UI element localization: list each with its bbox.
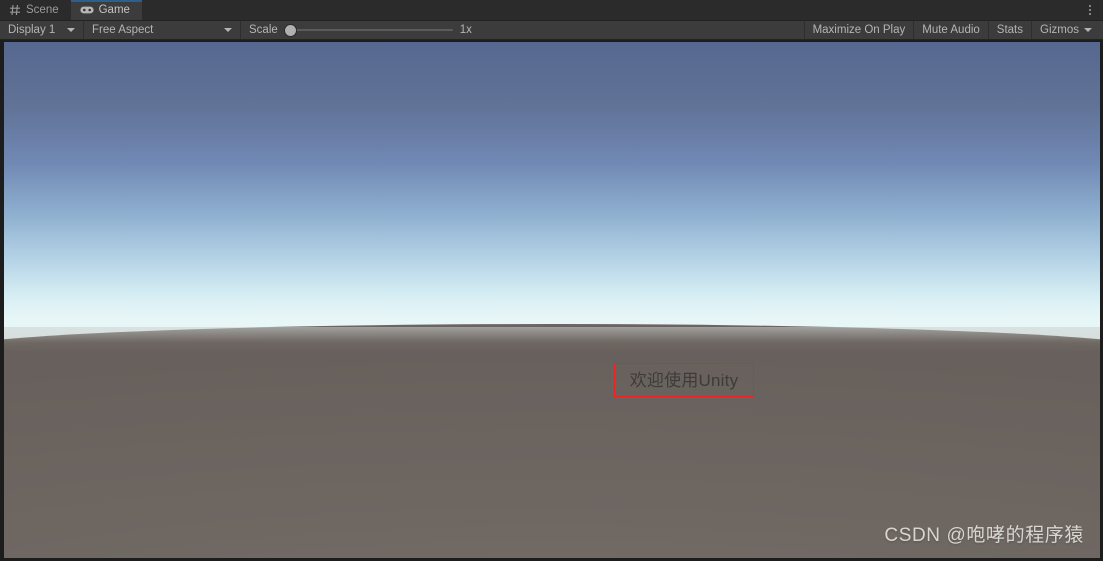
game-viewport-frame: 欢迎使用Unity CSDN @咆哮的程序猿 — [0, 40, 1103, 561]
kebab-dot — [1089, 9, 1091, 11]
ui-text-label: 欢迎使用Unity — [629, 370, 739, 390]
mute-audio-button[interactable]: Mute Audio — [914, 21, 989, 39]
ui-text-rect-gizmo[interactable]: 欢迎使用Unity — [614, 363, 754, 397]
stats-label: Stats — [996, 24, 1024, 36]
kebab-dot — [1089, 5, 1091, 7]
gizmos-label: Gizmos — [1040, 24, 1079, 36]
aspect-ratio-label: Free Aspect — [92, 24, 154, 36]
scale-slider[interactable] — [284, 23, 453, 37]
scale-value-label: 1x — [459, 24, 472, 36]
tab-game-label: Game — [98, 4, 130, 16]
maximize-on-play-button[interactable]: Maximize On Play — [805, 21, 915, 39]
game-view-toolbar: Display 1 Free Aspect Scale 1x Maximize … — [0, 20, 1103, 40]
unity-game-view-window: Scene Game Display 1 Free Aspect Scale 1… — [0, 0, 1103, 561]
gizmos-button[interactable]: Gizmos — [1032, 21, 1081, 39]
maximize-on-play-label: Maximize On Play — [812, 24, 906, 36]
scale-slider-handle[interactable] — [284, 24, 296, 36]
tab-game[interactable]: Game — [70, 0, 143, 20]
game-viewport[interactable]: 欢迎使用Unity CSDN @咆哮的程序猿 — [4, 42, 1100, 558]
scale-label: Scale — [249, 24, 278, 36]
display-dropdown[interactable]: Display 1 — [0, 21, 84, 39]
aspect-ratio-dropdown[interactable]: Free Aspect — [84, 21, 241, 39]
watermark-label: CSDN @咆哮的程序猿 — [884, 525, 1084, 546]
display-dropdown-label: Display 1 — [8, 24, 56, 36]
gamepad-icon — [80, 5, 94, 15]
scale-slider-track — [291, 29, 453, 31]
grid-hash-icon — [9, 4, 21, 16]
tab-bar-spacer — [142, 0, 1077, 20]
stats-button[interactable]: Stats — [989, 21, 1033, 39]
mute-audio-label: Mute Audio — [922, 24, 980, 36]
scale-control-group: Scale 1x — [241, 21, 805, 39]
kebab-dot — [1089, 13, 1091, 15]
chevron-down-icon — [1084, 28, 1092, 32]
kebab-menu-icon[interactable] — [1077, 0, 1103, 20]
window-tab-bar: Scene Game — [0, 0, 1103, 20]
tab-scene-label: Scene — [26, 4, 59, 16]
tab-scene[interactable]: Scene — [0, 0, 71, 20]
gizmos-dropdown-button[interactable] — [1081, 21, 1103, 39]
chevron-down-icon — [67, 28, 75, 32]
chevron-down-icon — [224, 28, 232, 32]
